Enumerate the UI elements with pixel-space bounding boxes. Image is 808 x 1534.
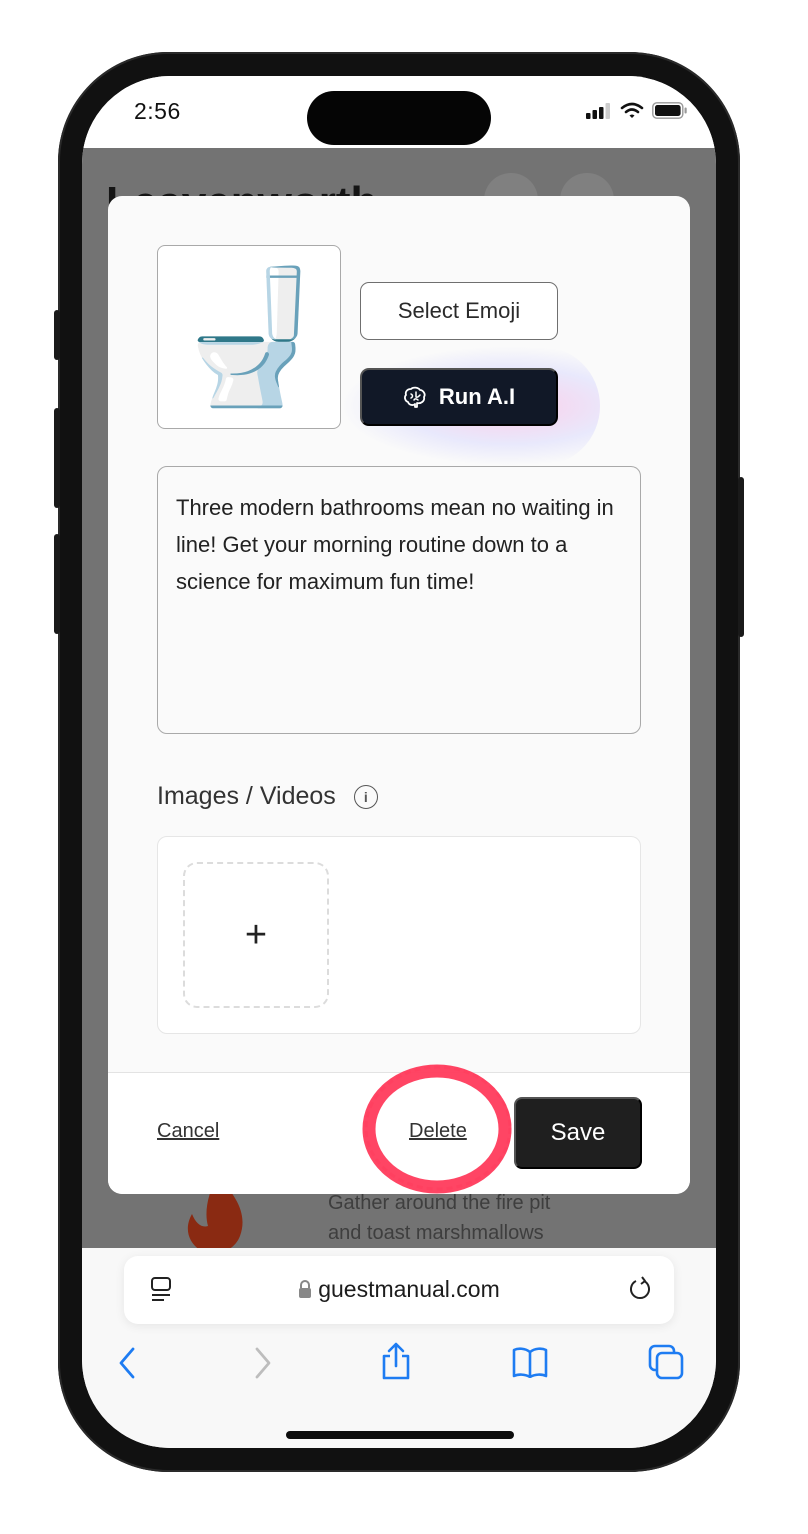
tabs-icon[interactable] <box>648 1344 684 1380</box>
power-button <box>738 477 744 637</box>
media-upload-area: + <box>157 836 641 1034</box>
volume-down-button <box>54 534 60 634</box>
safari-nav-bar <box>82 1342 716 1386</box>
forward-icon[interactable] <box>252 1346 274 1380</box>
highlight-circle-annotation <box>362 1064 512 1194</box>
plus-icon: + <box>244 913 268 956</box>
home-indicator[interactable] <box>286 1431 514 1439</box>
signal-icon <box>586 102 610 119</box>
share-icon[interactable] <box>380 1342 412 1380</box>
select-emoji-button[interactable]: Select Emoji <box>360 282 558 340</box>
background-item-text: and toast marshmallows <box>328 1222 544 1244</box>
volume-up-button <box>54 408 60 508</box>
address-bar[interactable]: guestmanual.com <box>124 1256 674 1324</box>
lock-icon <box>299 1280 312 1298</box>
action-button <box>54 310 60 360</box>
brain-icon <box>403 386 426 408</box>
media-section-label: Images / Videos <box>157 782 336 810</box>
dynamic-island <box>307 91 491 145</box>
battery-icon <box>652 102 687 119</box>
add-media-button[interactable]: + <box>183 862 329 1008</box>
run-ai-button[interactable]: Run A.I <box>360 368 558 426</box>
status-bar: 2:56 <box>82 76 716 148</box>
save-button[interactable]: Save <box>514 1097 642 1169</box>
description-input[interactable]: Three modern bathrooms mean no waiting i… <box>157 466 641 734</box>
info-icon[interactable]: i <box>353 784 378 809</box>
url-text: guestmanual.com <box>318 1276 500 1302</box>
run-ai-label: Run A.I <box>438 384 516 409</box>
reload-icon[interactable] <box>628 1276 652 1302</box>
back-icon[interactable] <box>116 1346 138 1380</box>
edit-item-modal: 🚽 Select Emoji Run A.I Three modern bath… <box>108 196 690 1194</box>
phone-screen: Leavenworth Gather around the fire pit a… <box>82 76 716 1448</box>
wifi-icon <box>620 102 644 118</box>
safari-toolbar: guestmanual.com <box>82 1248 716 1448</box>
emoji-preview[interactable]: 🚽 <box>157 245 341 429</box>
modal-footer: Cancel Delete Save <box>108 1064 690 1194</box>
background-item-text: Gather around the fire pit <box>328 1192 551 1214</box>
status-time: 2:56 <box>134 98 181 124</box>
bookmarks-icon[interactable] <box>511 1346 549 1378</box>
cancel-button[interactable]: Cancel <box>157 1120 219 1143</box>
